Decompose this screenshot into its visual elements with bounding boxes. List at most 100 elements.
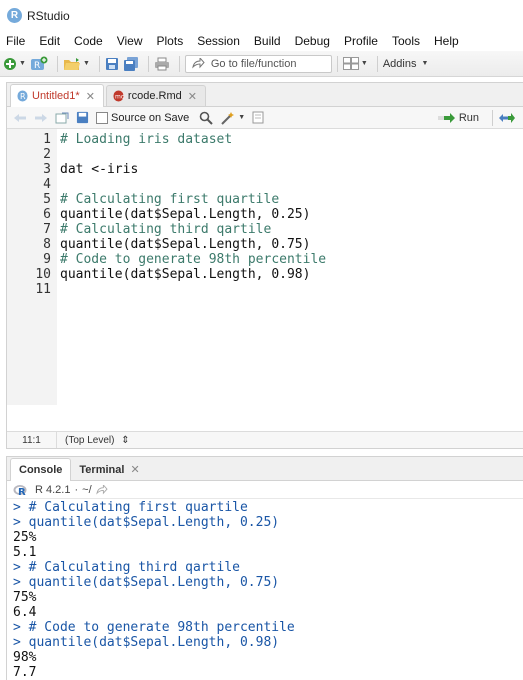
console-line: > # Calculating first quartile bbox=[13, 500, 248, 515]
run-arrow-icon bbox=[437, 112, 455, 123]
code-line[interactable]: quantile(dat$Sepal.Length, 0.25) bbox=[60, 207, 523, 222]
editor-toolbar: Source on Save ▼ Run bbox=[7, 107, 523, 129]
main-toolbar: ▼ R ▼ Go to file/function ▼ Addins ▼ bbox=[0, 51, 523, 77]
scope-selector[interactable]: (Top Level) ⇕ bbox=[57, 435, 130, 446]
save-icon[interactable] bbox=[76, 111, 89, 124]
forward-arrow-icon[interactable] bbox=[34, 113, 48, 123]
line-number: 10 bbox=[35, 267, 51, 282]
code-line[interactable] bbox=[60, 177, 523, 192]
editor-tab-bar: R Untitled1* ✕ md rcode.Rmd ✕ bbox=[7, 83, 523, 107]
grid-layout-icon bbox=[342, 57, 359, 70]
code-line[interactable]: # Calculating third qartile bbox=[60, 222, 523, 237]
menu-debug[interactable]: Debug bbox=[295, 34, 330, 48]
toolbar-divider bbox=[56, 55, 58, 72]
show-in-window-icon[interactable] bbox=[55, 112, 69, 124]
line-number: 6 bbox=[43, 207, 51, 222]
line-number-gutter: 1 2 3 4 5 6 7 8 9 10 11 bbox=[7, 129, 57, 405]
menu-session[interactable]: Session bbox=[197, 34, 240, 48]
save-button[interactable] bbox=[105, 55, 119, 73]
tab-untitled1[interactable]: R Untitled1* ✕ bbox=[10, 84, 104, 107]
code-line[interactable]: dat <-iris bbox=[60, 162, 523, 177]
code-line[interactable] bbox=[60, 282, 523, 297]
chevron-down-icon: ▼ bbox=[360, 60, 368, 67]
console-line: > # Code to generate 98th percentile bbox=[13, 620, 295, 635]
console-info-bar: R R 4.2.1 · ~/ bbox=[7, 481, 523, 499]
rstudio-logo-icon: R bbox=[7, 8, 22, 23]
menu-code[interactable]: Code bbox=[74, 34, 103, 48]
addins-menu-button[interactable]: Addins ▼ bbox=[383, 58, 429, 70]
compile-report-icon[interactable] bbox=[252, 111, 264, 124]
tab-label: Terminal bbox=[79, 463, 125, 476]
close-icon[interactable]: ✕ bbox=[188, 90, 197, 103]
working-directory[interactable]: ~/ bbox=[82, 484, 91, 496]
r-script-icon: R bbox=[17, 90, 28, 102]
new-file-plus-icon bbox=[4, 57, 16, 70]
menu-bar: File Edit Code View Plots Session Build … bbox=[0, 31, 523, 51]
editor-status-bar: 11:1 (Top Level) ⇕ bbox=[7, 431, 523, 448]
code-line[interactable] bbox=[60, 147, 523, 162]
menu-file[interactable]: File bbox=[6, 34, 25, 48]
line-number: 4 bbox=[43, 177, 51, 192]
tab-label: rcode.Rmd bbox=[127, 90, 182, 102]
svg-text:R: R bbox=[34, 61, 40, 71]
chevron-down-icon: ▼ bbox=[82, 60, 90, 67]
source-on-save-checkbox[interactable] bbox=[96, 111, 108, 124]
run-label: Run bbox=[458, 111, 479, 124]
tab-console[interactable]: Console bbox=[10, 458, 72, 481]
console-line: 7.7 bbox=[13, 665, 37, 680]
code-line[interactable]: quantile(dat$Sepal.Length, 0.75) bbox=[60, 237, 523, 252]
menu-help[interactable]: Help bbox=[434, 34, 459, 48]
code-line[interactable]: # Calculating first quartile bbox=[60, 192, 523, 207]
goto-directory-icon[interactable] bbox=[95, 484, 108, 495]
code-line[interactable]: # Loading iris dataset bbox=[60, 132, 523, 147]
line-number: 7 bbox=[43, 222, 51, 237]
menu-plots[interactable]: Plots bbox=[157, 34, 184, 48]
menu-edit[interactable]: Edit bbox=[39, 34, 60, 48]
search-icon[interactable] bbox=[199, 111, 213, 125]
close-icon[interactable]: ✕ bbox=[130, 463, 139, 476]
line-number: 5 bbox=[43, 192, 51, 207]
back-arrow-icon[interactable] bbox=[13, 113, 27, 123]
close-icon[interactable]: ✕ bbox=[86, 90, 95, 103]
code-line[interactable]: quantile(dat$Sepal.Length, 0.98) bbox=[60, 267, 523, 282]
chevron-down-icon: ▼ bbox=[19, 60, 26, 67]
app-title: RStudio bbox=[27, 8, 70, 23]
code-editor[interactable]: 1 2 3 4 5 6 7 8 9 10 11 # Loading iris d… bbox=[7, 129, 523, 405]
magic-wand-icon[interactable]: ▼ bbox=[220, 111, 245, 125]
rmd-file-icon: md bbox=[113, 90, 124, 102]
tab-rcode-rmd[interactable]: md rcode.Rmd ✕ bbox=[105, 85, 206, 106]
svg-text:R: R bbox=[18, 487, 26, 496]
menu-build[interactable]: Build bbox=[254, 34, 281, 48]
open-file-button[interactable]: ▼ bbox=[63, 55, 90, 73]
line-number: 1 bbox=[43, 132, 51, 147]
console-line: > quantile(dat$Sepal.Length, 0.98) bbox=[13, 635, 280, 650]
menu-tools[interactable]: Tools bbox=[392, 34, 420, 48]
code-line[interactable]: # Code to generate 98th percentile bbox=[60, 252, 523, 267]
menu-view[interactable]: View bbox=[117, 34, 143, 48]
code-lines[interactable]: # Loading iris dataset dat <-iris # Calc… bbox=[57, 129, 523, 405]
menu-profile[interactable]: Profile bbox=[344, 34, 378, 48]
line-number: 8 bbox=[43, 237, 51, 252]
goto-file-function-input[interactable]: Go to file/function bbox=[184, 54, 332, 73]
new-project-button[interactable]: R bbox=[30, 55, 48, 73]
pane-layout-button[interactable]: ▼ bbox=[342, 55, 368, 73]
save-all-button[interactable] bbox=[123, 55, 139, 73]
addins-label: Addins bbox=[382, 57, 417, 70]
line-number: 2 bbox=[43, 147, 51, 162]
console-line: 25% bbox=[13, 530, 37, 545]
rerun-icon[interactable] bbox=[498, 112, 516, 123]
svg-text:R: R bbox=[20, 92, 26, 101]
goto-placeholder: Go to file/function bbox=[210, 57, 297, 70]
console-output[interactable]: > # Calculating first quartile > quantil… bbox=[7, 499, 523, 680]
print-button[interactable] bbox=[154, 55, 170, 73]
console-tab-bar: Console Terminal ✕ bbox=[7, 457, 523, 481]
toolbar-divider bbox=[336, 55, 338, 72]
console-line: 6.4 bbox=[13, 605, 37, 620]
console-line: > # Calculating third qartile bbox=[13, 560, 240, 575]
tab-terminal[interactable]: Terminal ✕ bbox=[71, 459, 147, 480]
toolbar-divider bbox=[178, 55, 180, 72]
run-button[interactable]: Run bbox=[437, 111, 479, 124]
cursor-position: 11:1 bbox=[7, 432, 57, 448]
toolbar-divider bbox=[98, 55, 100, 72]
new-file-button[interactable]: ▼ bbox=[3, 55, 26, 73]
